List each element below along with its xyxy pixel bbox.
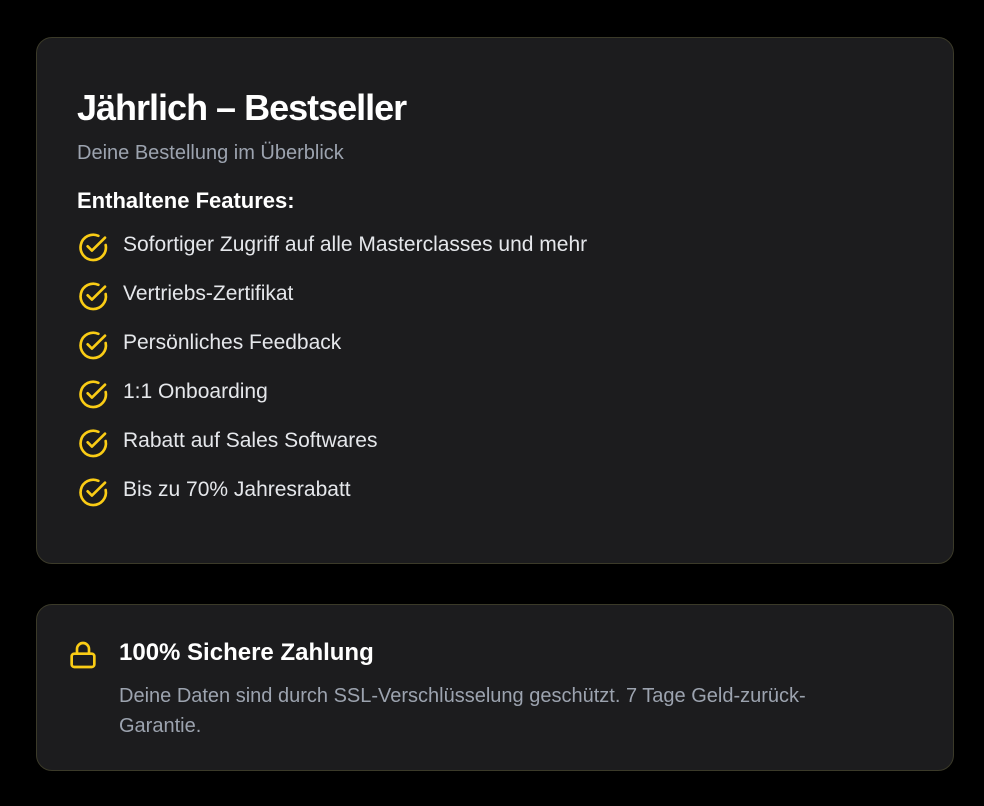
feature-label: 1:1 Onboarding: [123, 379, 268, 403]
feature-label: Vertriebs-Zertifikat: [123, 281, 294, 305]
feature-label: Bis zu 70% Jahresrabatt: [123, 477, 351, 501]
lock-icon-wrapper: [67, 639, 99, 671]
feature-item: Bis zu 70% Jahresrabatt: [77, 465, 913, 514]
feature-item: Persönliches Feedback: [77, 318, 913, 367]
check-circle-icon: [79, 477, 108, 506]
secure-payment-card: 100% Sichere Zahlung Deine Daten sind du…: [36, 604, 954, 771]
feature-item: Sofortiger Zugriff auf alle Masterclasse…: [77, 220, 913, 269]
plan-title: Jährlich – Bestseller: [77, 87, 407, 128]
feature-label: Sofortiger Zugriff auf alle Masterclasse…: [123, 232, 588, 256]
lock-icon: [70, 641, 96, 669]
features-heading: Enthaltene Features:: [77, 188, 295, 213]
check-circle-icon: [79, 379, 108, 408]
feature-label: Rabatt auf Sales Softwares: [123, 428, 378, 452]
feature-item: Rabatt auf Sales Softwares: [77, 416, 913, 465]
secure-payment-text: 100% Sichere Zahlung Deine Daten sind du…: [119, 637, 913, 741]
secure-payment-description: Deine Daten sind durch SSL-Verschlüsselu…: [119, 685, 806, 737]
feature-label: Persönliches Feedback: [123, 330, 342, 354]
feature-list: Sofortiger Zugriff auf alle Masterclasse…: [77, 220, 913, 514]
check-circle-icon: [79, 232, 108, 261]
plan-subtitle: Deine Bestellung im Überblick: [77, 142, 344, 164]
check-circle-icon: [79, 330, 108, 359]
check-circle-icon: [79, 281, 108, 310]
feature-item: Vertriebs-Zertifikat: [77, 269, 913, 318]
check-circle-icon: [79, 428, 108, 457]
feature-item: 1:1 Onboarding: [77, 367, 913, 416]
plan-summary-card: Jährlich – Bestseller Deine Bestellung i…: [36, 37, 954, 564]
secure-payment-title: 100% Sichere Zahlung: [119, 639, 374, 666]
